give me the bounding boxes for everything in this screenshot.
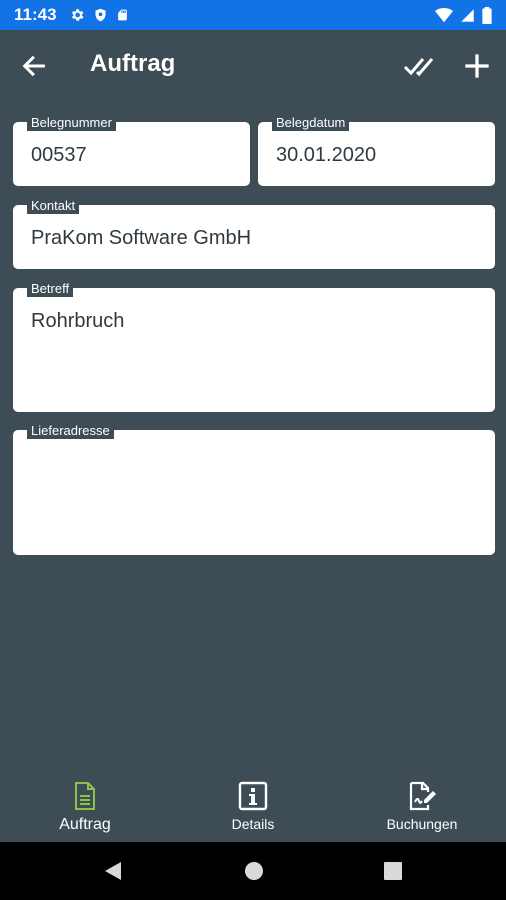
kontakt-label: Kontakt xyxy=(27,198,80,214)
betreff-label: Betreff xyxy=(27,281,74,297)
app-bar: Auftrag xyxy=(0,30,506,102)
belegnummer-label: Belegnummer xyxy=(27,115,116,131)
info-icon xyxy=(238,781,268,811)
recents-square-icon[interactable] xyxy=(382,860,404,882)
system-nav-bar xyxy=(0,842,506,900)
home-circle-icon[interactable] xyxy=(243,860,265,882)
belegdatum-label: Belegdatum xyxy=(272,115,350,131)
betreff-field[interactable]: Betreff Rohrbruch xyxy=(13,281,495,412)
nav-label-details: Details xyxy=(231,816,275,832)
status-bar: 11:43 xyxy=(0,0,506,30)
battery-icon xyxy=(482,6,492,24)
lieferadresse-label: Lieferadresse xyxy=(27,423,114,439)
wifi-icon xyxy=(435,7,453,22)
screen: 11:43 Auftrag Belegnummer 00537 Belegdat… xyxy=(0,0,506,900)
kontakt-value: PraKom Software GmbH xyxy=(31,227,252,249)
bottom-nav: Auftrag Details Buchungen xyxy=(0,772,506,842)
document-icon xyxy=(75,782,95,810)
edit-document-icon xyxy=(409,781,436,811)
status-right-icons xyxy=(435,6,492,24)
nav-item-auftrag[interactable]: Auftrag xyxy=(10,772,160,842)
shield-icon xyxy=(95,8,106,22)
belegdatum-value: 30.01.2020 xyxy=(276,144,377,166)
belegdatum-field[interactable]: Belegdatum 30.01.2020 xyxy=(258,115,495,186)
status-left-icons xyxy=(69,7,129,23)
nav-item-buchungen[interactable]: Buchungen xyxy=(347,772,497,842)
belegnummer-field[interactable]: Belegnummer 00537 xyxy=(13,115,250,186)
signal-icon xyxy=(461,8,474,22)
sd-card-icon xyxy=(117,9,127,21)
nav-item-details[interactable]: Details xyxy=(178,772,328,842)
back-arrow-icon[interactable] xyxy=(20,52,48,80)
nav-label-buchungen: Buchungen xyxy=(386,816,458,832)
nav-label-auftrag: Auftrag xyxy=(59,816,111,833)
belegnummer-value: 00537 xyxy=(31,144,87,166)
lieferadresse-field[interactable]: Lieferadresse xyxy=(13,423,495,555)
double-check-icon[interactable] xyxy=(402,50,434,82)
status-time: 11:43 xyxy=(14,5,57,24)
kontakt-field[interactable]: Kontakt PraKom Software GmbH xyxy=(13,198,495,269)
gear-icon xyxy=(71,9,84,21)
add-icon[interactable] xyxy=(463,52,491,80)
page-title: Auftrag xyxy=(90,50,176,77)
back-triangle-icon[interactable] xyxy=(102,860,124,882)
betreff-value: Rohrbruch xyxy=(31,310,125,332)
